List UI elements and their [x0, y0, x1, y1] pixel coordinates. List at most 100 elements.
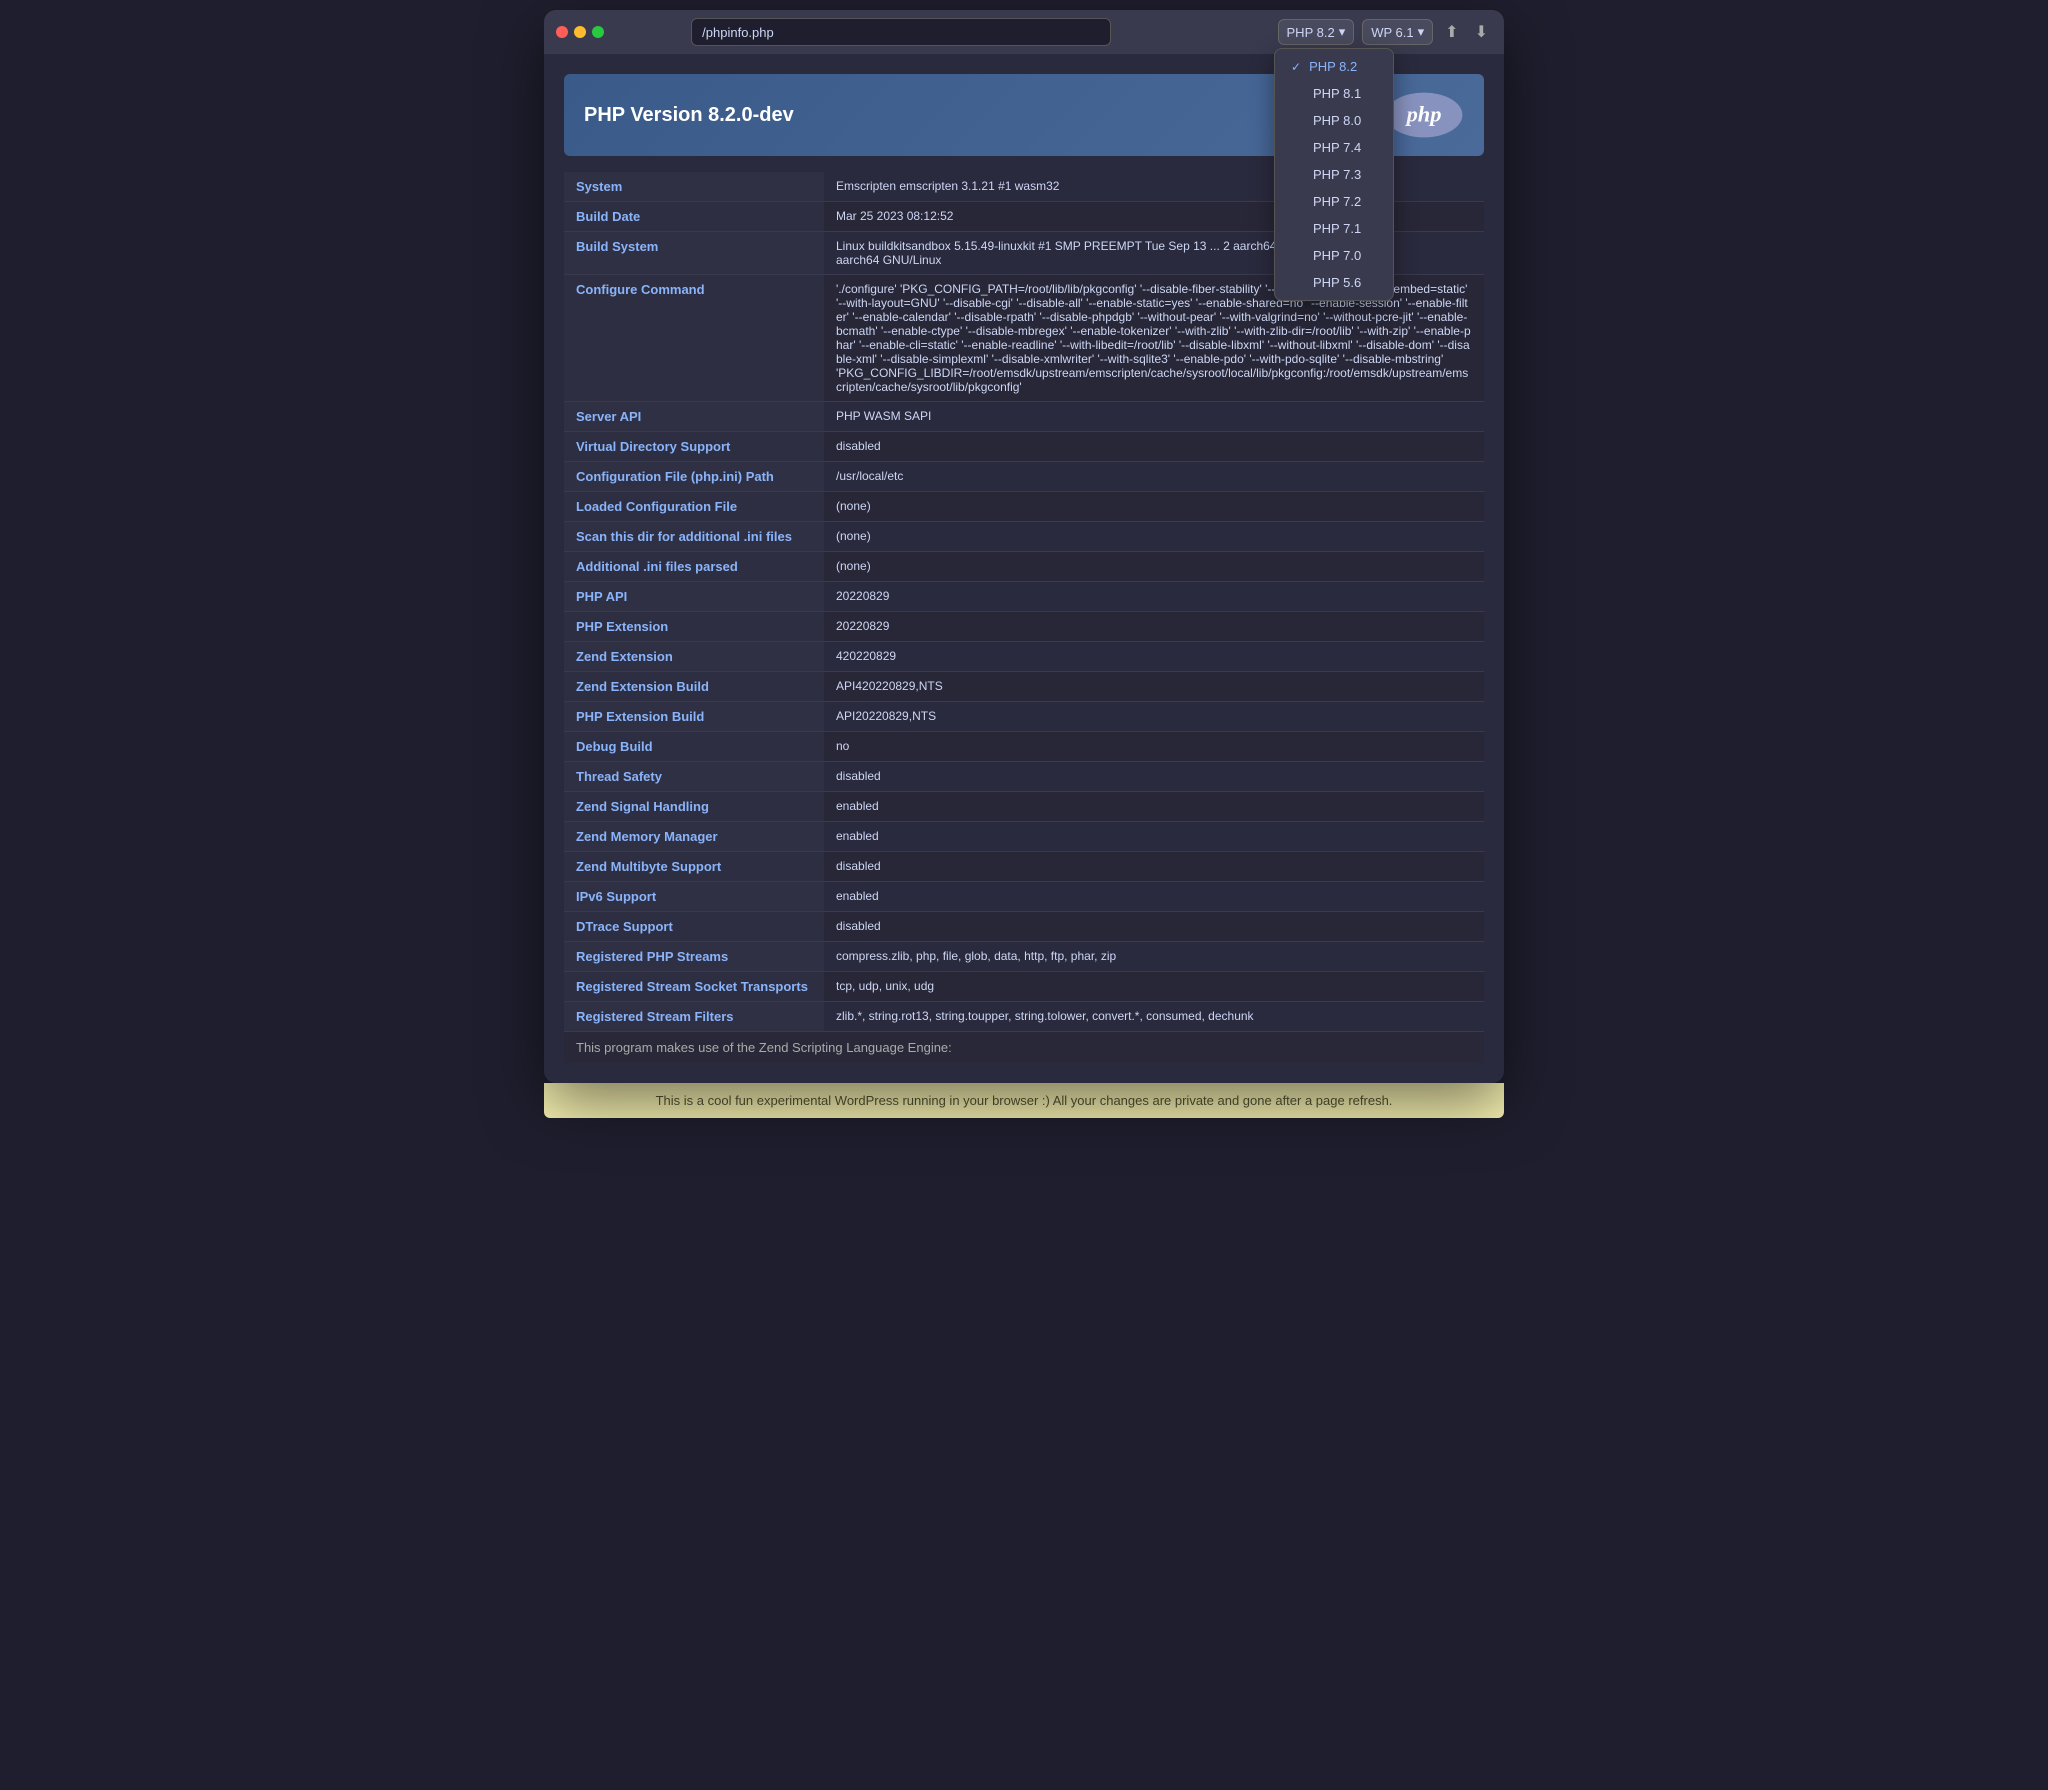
table-row: Registered Stream Socket Transportstcp, …: [564, 972, 1484, 1002]
wp-version-label: WP 6.1: [1371, 25, 1413, 40]
titlebar-right: PHP 8.2 ▾ WP 6.1 ▾ ⬆ ⬇: [1278, 18, 1492, 46]
table-cell-key: Configuration File (php.ini) Path: [564, 462, 824, 492]
table-cell-key: Registered Stream Filters: [564, 1002, 824, 1032]
php-version-option-label: PHP 8.1: [1313, 86, 1361, 101]
php-version-option-label: PHP 7.4: [1313, 140, 1361, 155]
php-version-title: PHP Version 8.2.0-dev: [584, 104, 794, 127]
table-cell-value: (none): [824, 522, 1484, 552]
table-cell-key: Zend Memory Manager: [564, 822, 824, 852]
traffic-lights: [556, 26, 604, 38]
table-cell-key: Virtual Directory Support: [564, 432, 824, 462]
table-cell-key: PHP API: [564, 582, 824, 612]
php-version-option-label: PHP 8.2: [1309, 59, 1357, 74]
footer-bar: This is a cool fun experimental WordPres…: [544, 1083, 1504, 1118]
table-row: Registered Stream Filterszlib.*, string.…: [564, 1002, 1484, 1032]
php-version-option-label: PHP 8.0: [1313, 113, 1361, 128]
table-cell-key: Configure Command: [564, 275, 824, 402]
table-cell-value: API420220829,NTS: [824, 672, 1484, 702]
table-cell-value: zlib.*, string.rot13, string.toupper, st…: [824, 1002, 1484, 1032]
table-row: DTrace Supportdisabled: [564, 912, 1484, 942]
table-cell-key: Build System: [564, 232, 824, 275]
php-version-menu: ✓ PHP 8.2 PHP 8.1 PHP 8.0 PHP 7.4 PHP 7.…: [1274, 48, 1394, 301]
close-button[interactable]: [556, 26, 568, 38]
php-version-option-73[interactable]: PHP 7.3: [1275, 161, 1393, 188]
table-cell-value: enabled: [824, 822, 1484, 852]
table-row: Zend Signal Handlingenabled: [564, 792, 1484, 822]
table-cell-key: Zend Extension Build: [564, 672, 824, 702]
table-cell-key: PHP Extension Build: [564, 702, 824, 732]
php-version-label: PHP 8.2: [1287, 25, 1335, 40]
table-cell-key: Server API: [564, 402, 824, 432]
chevron-down-icon: ▾: [1339, 24, 1346, 40]
table-row: Server APIPHP WASM SAPI: [564, 402, 1484, 432]
table-row: Virtual Directory Supportdisabled: [564, 432, 1484, 462]
minimize-button[interactable]: [574, 26, 586, 38]
table-cell-key: Zend Multibyte Support: [564, 852, 824, 882]
php-version-option-label: PHP 7.0: [1313, 248, 1361, 263]
url-text: /phpinfo.php: [702, 25, 774, 40]
table-row: Zend Memory Managerenabled: [564, 822, 1484, 852]
table-cell-key: System: [564, 172, 824, 202]
table-cell-value: disabled: [824, 762, 1484, 792]
php-version-option-label: PHP 7.3: [1313, 167, 1361, 182]
table-cell-value: 20220829: [824, 582, 1484, 612]
table-cell-value: API20220829,NTS: [824, 702, 1484, 732]
php-version-option-82[interactable]: ✓ PHP 8.2: [1275, 53, 1393, 80]
table-row: PHP Extension20220829: [564, 612, 1484, 642]
partial-row: This program makes use of the Zend Scrip…: [564, 1031, 1484, 1063]
php-version-option-72[interactable]: PHP 7.2: [1275, 188, 1393, 215]
php-version-option-71[interactable]: PHP 7.1: [1275, 215, 1393, 242]
table-row: Registered PHP Streamscompress.zlib, php…: [564, 942, 1484, 972]
table-cell-key: Additional .ini files parsed: [564, 552, 824, 582]
footer-text: This is a cool fun experimental WordPres…: [656, 1093, 1393, 1108]
titlebar: /phpinfo.php PHP 8.2 ▾ WP 6.1 ▾ ⬆ ⬇ ✓ PH…: [544, 10, 1504, 54]
table-cell-value: disabled: [824, 852, 1484, 882]
table-cell-key: Thread Safety: [564, 762, 824, 792]
php-version-option-70[interactable]: PHP 7.0: [1275, 242, 1393, 269]
php-version-option-label: PHP 5.6: [1313, 275, 1361, 290]
table-row: IPv6 Supportenabled: [564, 882, 1484, 912]
table-cell-value: no: [824, 732, 1484, 762]
table-cell-key: Zend Extension: [564, 642, 824, 672]
table-cell-key: Build Date: [564, 202, 824, 232]
php-logo: php: [1384, 90, 1464, 140]
php-version-option-81[interactable]: PHP 8.1: [1275, 80, 1393, 107]
table-cell-value: PHP WASM SAPI: [824, 402, 1484, 432]
php-version-option-74[interactable]: PHP 7.4: [1275, 134, 1393, 161]
wp-version-dropdown[interactable]: WP 6.1 ▾: [1362, 19, 1433, 45]
php-version-option-56[interactable]: PHP 5.6: [1275, 269, 1393, 296]
table-cell-value: enabled: [824, 882, 1484, 912]
svg-text:php: php: [1405, 101, 1442, 126]
table-row: PHP API20220829: [564, 582, 1484, 612]
table-cell-value: 420220829: [824, 642, 1484, 672]
table-row: PHP Extension BuildAPI20220829,NTS: [564, 702, 1484, 732]
table-cell-key: DTrace Support: [564, 912, 824, 942]
table-row: Loaded Configuration File(none): [564, 492, 1484, 522]
php-version-option-80[interactable]: PHP 8.0: [1275, 107, 1393, 134]
table-row: Additional .ini files parsed(none): [564, 552, 1484, 582]
table-cell-key: Registered PHP Streams: [564, 942, 824, 972]
url-bar[interactable]: /phpinfo.php: [691, 18, 1111, 46]
table-cell-key: PHP Extension: [564, 612, 824, 642]
chevron-down-icon: ▾: [1418, 24, 1425, 40]
table-row: Scan this dir for additional .ini files(…: [564, 522, 1484, 552]
php-version-dropdown[interactable]: PHP 8.2 ▾: [1278, 19, 1355, 45]
table-cell-key: Registered Stream Socket Transports: [564, 972, 824, 1002]
table-row: Zend Multibyte Supportdisabled: [564, 852, 1484, 882]
table-cell-key: Zend Signal Handling: [564, 792, 824, 822]
table-cell-key: Loaded Configuration File: [564, 492, 824, 522]
php-version-option-label: PHP 7.2: [1313, 194, 1361, 209]
table-cell-value: /usr/local/etc: [824, 462, 1484, 492]
php-version-option-label: PHP 7.1: [1313, 221, 1361, 236]
table-cell-value: (none): [824, 552, 1484, 582]
table-row: Debug Buildno: [564, 732, 1484, 762]
table-row: Configuration File (php.ini) Path/usr/lo…: [564, 462, 1484, 492]
maximize-button[interactable]: [592, 26, 604, 38]
table-cell-key: Scan this dir for additional .ini files: [564, 522, 824, 552]
checkmark-icon: ✓: [1291, 60, 1301, 74]
download-button[interactable]: ⬇: [1471, 18, 1492, 46]
share-button[interactable]: ⬆: [1441, 18, 1462, 46]
table-row: Thread Safetydisabled: [564, 762, 1484, 792]
table-cell-key: Debug Build: [564, 732, 824, 762]
table-cell-value: enabled: [824, 792, 1484, 822]
